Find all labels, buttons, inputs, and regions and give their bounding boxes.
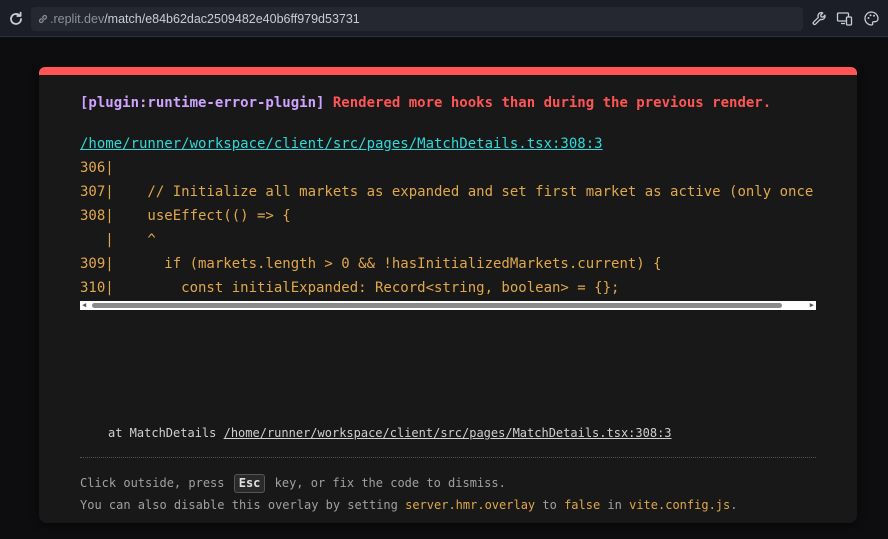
disable-tip: You can also disable this overlay by set… bbox=[80, 498, 737, 512]
wrench-icon[interactable] bbox=[811, 10, 828, 27]
url-text: .replit.dev/match/e84b62dac2509482e40b6f… bbox=[50, 7, 360, 31]
url-bar[interactable]: .replit.dev/match/e84b62dac2509482e40b6f… bbox=[31, 7, 803, 31]
config-value: false bbox=[564, 498, 601, 512]
horizontal-scrollbar[interactable]: ◀ ▶ bbox=[80, 301, 816, 310]
code-line: | ^ bbox=[80, 232, 156, 248]
code-line: 306| bbox=[80, 160, 114, 176]
tip-text: . bbox=[730, 498, 738, 512]
scrollbar-thumb[interactable] bbox=[92, 303, 782, 308]
devices-icon[interactable] bbox=[836, 10, 853, 27]
tip-text: in bbox=[600, 498, 630, 512]
tip-text: key, or fix the code to dismiss. bbox=[267, 476, 506, 490]
reload-icon[interactable] bbox=[7, 10, 25, 28]
code-frame: 306| 307| // Initialize all markets as e… bbox=[80, 157, 816, 301]
palette-icon[interactable] bbox=[863, 10, 880, 27]
plugin-name: [plugin:runtime-error-plugin] bbox=[80, 95, 325, 111]
stack-prefix: at MatchDetails bbox=[108, 426, 224, 440]
code-line: 309| if (markets.length > 0 && !hasIniti… bbox=[80, 256, 662, 272]
error-message: [plugin:runtime-error-plugin] Rendered m… bbox=[80, 95, 771, 111]
config-key: server.hmr.overlay bbox=[405, 498, 536, 512]
url-domain: .replit.dev bbox=[50, 12, 105, 26]
scroll-right-icon[interactable]: ▶ bbox=[810, 302, 814, 309]
config-file: vite.config.js bbox=[629, 498, 731, 512]
stack-trace: at MatchDetails /home/runner/workspace/c… bbox=[108, 426, 672, 440]
error-text: Rendered more hooks than during the prev… bbox=[332, 95, 772, 111]
dismiss-tip: Click outside, press Esc key, or fix the… bbox=[80, 474, 506, 493]
link-icon bbox=[38, 14, 48, 24]
stack-file-link[interactable]: /home/runner/workspace/client/src/pages/… bbox=[224, 426, 672, 440]
browser-toolbar: .replit.dev/match/e84b62dac2509482e40b6f… bbox=[0, 0, 888, 37]
code-line: 308| useEffect(() => { bbox=[80, 208, 291, 224]
code-line: 310| const initialExpanded: Record<strin… bbox=[80, 280, 620, 296]
error-overlay-window: [plugin:runtime-error-plugin] Rendered m… bbox=[39, 67, 857, 523]
tip-text: Click outside, press bbox=[80, 476, 232, 490]
error-file-link[interactable]: /home/runner/workspace/client/src/pages/… bbox=[80, 136, 603, 152]
tip-text: You can also disable this overlay by set… bbox=[80, 498, 406, 512]
divider bbox=[80, 457, 816, 458]
url-path: /match/e84b62dac2509482e40b6ff979d53731 bbox=[104, 12, 360, 26]
scroll-left-icon[interactable]: ◀ bbox=[82, 302, 86, 309]
esc-key: Esc bbox=[233, 474, 266, 493]
code-line: 307| // Initialize all markets as expand… bbox=[80, 184, 814, 200]
tip-text: to bbox=[535, 498, 565, 512]
